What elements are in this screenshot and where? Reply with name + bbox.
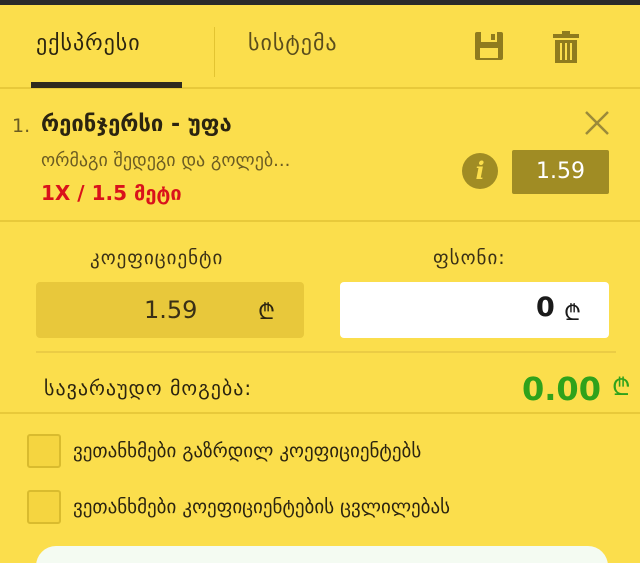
active-tab-indicator [31,82,182,88]
divider [0,412,640,414]
place-bet-button[interactable] [36,546,608,563]
accept-increased-odds-checkbox[interactable] [27,434,61,468]
coefficient-field: 1.59 ₾ [36,282,304,338]
coefficient-value: 1.59 [144,296,198,324]
accept-increased-odds-label[interactable]: ვეთანხმები გაზრდილ კოეფიციენტებს [73,440,421,462]
lari-icon: ₾ [564,301,581,326]
bet-item: 1. რეინჯერსი - უფა ორმაგი შედეგი და გოლე… [0,91,640,222]
betslip-tabs: ექსპრესი სისტემა [0,5,640,89]
tab-express[interactable]: ექსპრესი [36,31,141,56]
stake-value[interactable]: 0 [536,292,555,323]
floppy-disk-icon[interactable] [474,31,504,65]
stake-label: ფსონი: [433,247,506,269]
stake-input[interactable]: 0 ₾ [340,282,609,338]
match-title: რეინჯერსი - უფა [41,112,232,137]
possible-win-value: 0.00 [522,370,601,408]
coefficient-label: კოეფიციენტი [90,247,224,269]
tab-divider [214,27,215,77]
close-icon[interactable] [583,109,611,137]
lari-icon: ₾ [612,373,631,401]
info-icon[interactable]: i [462,153,498,189]
trash-icon[interactable] [553,31,579,67]
odds-badge: 1.59 [512,150,609,194]
lari-icon: ₾ [258,300,275,325]
selection-name: 1X / 1.5 მეტი [41,181,182,205]
divider [36,351,616,353]
bet-number: 1. [12,115,31,137]
possible-win-label: სავარაუდო მოგება: [44,376,253,400]
tab-system[interactable]: სისტემა [248,31,338,56]
accept-odds-changes-checkbox[interactable] [27,490,61,524]
accept-odds-changes-label[interactable]: ვეთანხმები კოეფიციენტების ცვლილებას [73,496,450,518]
market-name: ორმაგი შედეგი და გოლებ... [41,150,291,171]
